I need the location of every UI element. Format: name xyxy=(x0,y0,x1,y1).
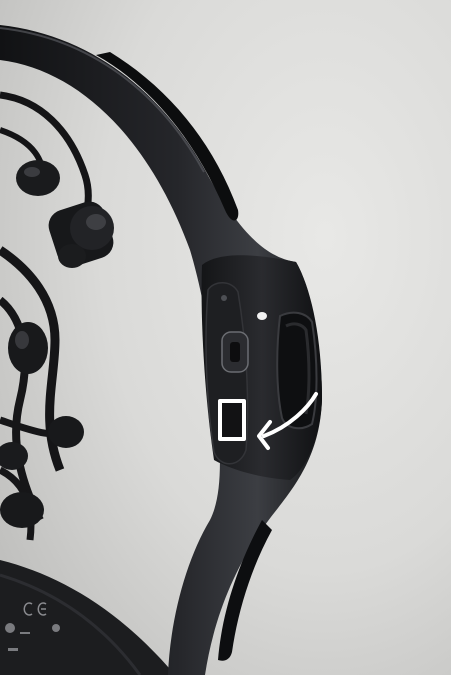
status-led-icon xyxy=(221,295,227,301)
usb-port-icon xyxy=(221,331,249,373)
photo-scene xyxy=(0,0,451,675)
side-slot xyxy=(276,311,318,430)
sensor-head-lower xyxy=(8,322,48,374)
glare-highlight xyxy=(257,312,267,320)
annotation-box-icon xyxy=(218,399,246,441)
sensor-head-top xyxy=(16,160,60,196)
